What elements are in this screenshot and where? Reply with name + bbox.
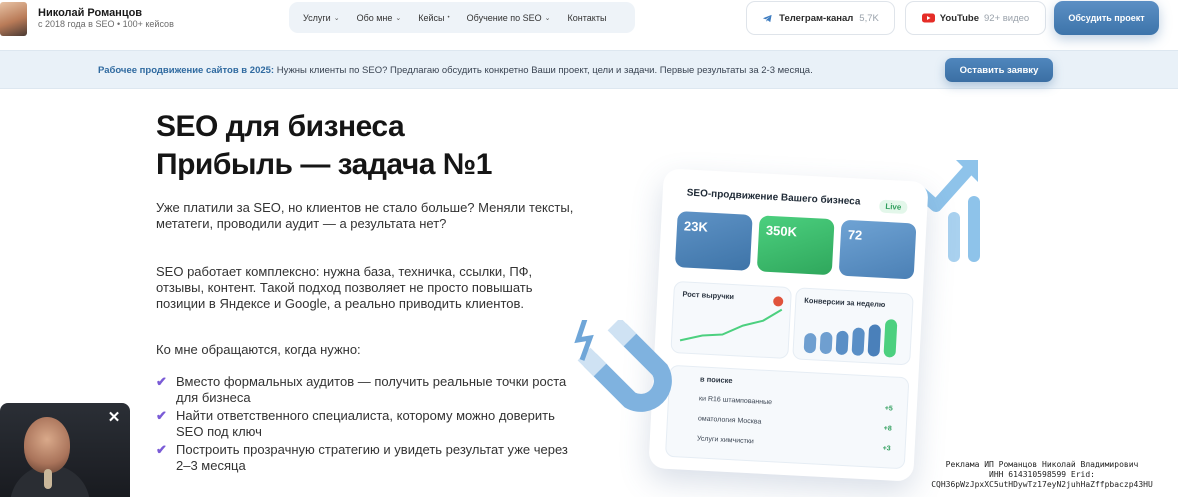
ranking-row-label: ки R16 штампованные	[698, 395, 773, 407]
leave-request-button[interactable]: Оставить заявку	[945, 58, 1053, 82]
ranking-row-delta: +3	[882, 445, 891, 453]
intro-paragraph: Уже платили за SEO, но клиентов не стало…	[156, 200, 574, 231]
brand-name[interactable]: Николай Романцов	[38, 7, 142, 19]
nav-item-label: Контакты	[567, 12, 607, 23]
promo-message: Нужны клиенты по SEO? Предлагаю обсудить…	[276, 65, 813, 76]
telegram-button[interactable]: Телеграм-канал 5,7K	[746, 1, 895, 35]
nav-item-label: Обучение по SEO	[466, 12, 542, 23]
avatar[interactable]	[0, 2, 27, 36]
ranking-row-delta: +5	[884, 405, 893, 413]
dot-icon: •	[447, 14, 450, 21]
dashboard-illustration: SEO-продвижение Вашего бизнеса Live 23K …	[560, 150, 990, 490]
ad-disclosure: Реклама ИП Романцов Николай Владимирович…	[912, 460, 1172, 490]
stat-card: 350K	[756, 215, 835, 276]
when-paragraph: Ко мне обращаются, когда нужно:	[156, 342, 361, 357]
close-icon[interactable]: ✕	[105, 408, 123, 426]
list-item-text: Найти ответственного специалиста, которо…	[176, 408, 555, 439]
telegram-count: 5,7K	[859, 12, 879, 24]
main-nav: Услуги ⌄ Обо мне ⌄ Кейсы • Обучение по S…	[289, 2, 635, 33]
list-item-text: Построить прозрачную стратегию и увидеть…	[176, 442, 568, 473]
stat-value: 350K	[765, 222, 798, 240]
revenue-line-chart	[679, 296, 784, 342]
dashboard-title: SEO-продвижение Вашего бизнеса	[686, 187, 861, 208]
check-icon: ✔	[156, 374, 167, 389]
nav-item-seo-training[interactable]: Обучение по SEO ⌄	[467, 13, 551, 23]
brand-subtitle: с 2018 года в SEO • 100+ кейсов	[38, 19, 174, 29]
approach-paragraph: SEO работает комплексно: нужна база, тех…	[156, 264, 533, 311]
telegram-icon	[763, 14, 772, 22]
stat-value: 23K	[683, 218, 709, 235]
ad-line-3: CQH36pWzJpxXC5utHDywTz17eyN2juhHaZffpbac…	[931, 480, 1153, 489]
title-line-2: Прибыль — задача №1	[156, 148, 492, 181]
microphone-icon	[44, 469, 52, 489]
conversions-widget: Конверсии за неделю	[792, 287, 914, 366]
stat-value: 72	[847, 226, 863, 243]
video-widget[interactable]: ✕	[0, 403, 130, 497]
live-badge: Live	[878, 199, 908, 215]
benefits-list: ✔ Вместо формальных аудитов — получить р…	[156, 374, 576, 476]
revenue-widget: Рост выручки	[670, 280, 792, 360]
page-title: SEO для бизнеса Прибыль — задача №1	[156, 108, 492, 184]
youtube-label: YouTube	[939, 12, 979, 24]
nav-item-label: Обо мне	[356, 12, 393, 23]
ranking-row-delta: +8	[883, 425, 892, 433]
magnet-icon	[574, 320, 672, 412]
stat-card: 72	[838, 219, 917, 280]
list-item: ✔ Вместо формальных аудитов — получить р…	[156, 374, 576, 406]
youtube-count: 92+ видео	[984, 12, 1030, 24]
promo-bold: Рабочее продвижение сайтов в 2025:	[98, 65, 275, 76]
chevron-down-icon: ⌄	[395, 14, 402, 22]
rankings-title: в поиске	[699, 374, 733, 386]
video-person-head	[24, 417, 70, 473]
list-item: ✔ Найти ответственного специалиста, кото…	[156, 408, 576, 440]
conversions-bar-chart	[803, 319, 898, 358]
title-line-1: SEO для бизнеса	[156, 110, 405, 143]
chevron-down-icon: ⌄	[333, 14, 340, 22]
check-icon: ✔	[156, 408, 167, 423]
nav-item-contacts[interactable]: Контакты	[568, 13, 607, 23]
check-icon: ✔	[156, 442, 167, 457]
chevron-down-icon: ⌄	[544, 14, 551, 22]
list-item-text: Вместо формальных аудитов — получить реа…	[176, 374, 567, 405]
ranking-row-label: оматология Москва	[697, 415, 762, 426]
stat-card: 23K	[674, 211, 753, 271]
nav-item-label: Кейсы	[418, 12, 445, 23]
rankings-widget: в поиске ки R16 штампованные +5 оматолог…	[664, 364, 910, 470]
discuss-project-button[interactable]: Обсудить проект	[1054, 1, 1159, 35]
nav-item-about[interactable]: Обо мне ⌄	[357, 13, 402, 23]
page: Николай Романцов с 2018 года в SEO • 100…	[0, 0, 1178, 497]
ad-line-1: Реклама ИП Романцов Николай Владимирович	[945, 460, 1139, 469]
youtube-button[interactable]: YouTube 92+ видео	[905, 1, 1046, 35]
promo-banner: Рабочее продвижение сайтов в 2025: Нужны…	[0, 50, 1178, 89]
ad-line-2: ИНН 614310598599 Erid:	[989, 470, 1095, 479]
promo-text: Рабочее продвижение сайтов в 2025: Нужны…	[98, 65, 813, 76]
list-item: ✔ Построить прозрачную стратегию и увиде…	[156, 442, 576, 474]
telegram-label: Телеграм-канал	[779, 12, 854, 24]
ranking-row-label: Услуги химчистки	[696, 435, 754, 446]
dashboard-card: SEO-продвижение Вашего бизнеса Live 23K …	[648, 168, 929, 482]
site-header: Николай Романцов с 2018 года в SEO • 100…	[0, 0, 1178, 48]
youtube-icon	[921, 13, 935, 23]
nav-item-cases[interactable]: Кейсы •	[418, 13, 449, 23]
nav-item-label: Услуги	[303, 12, 331, 23]
nav-item-services[interactable]: Услуги ⌄	[303, 13, 340, 23]
